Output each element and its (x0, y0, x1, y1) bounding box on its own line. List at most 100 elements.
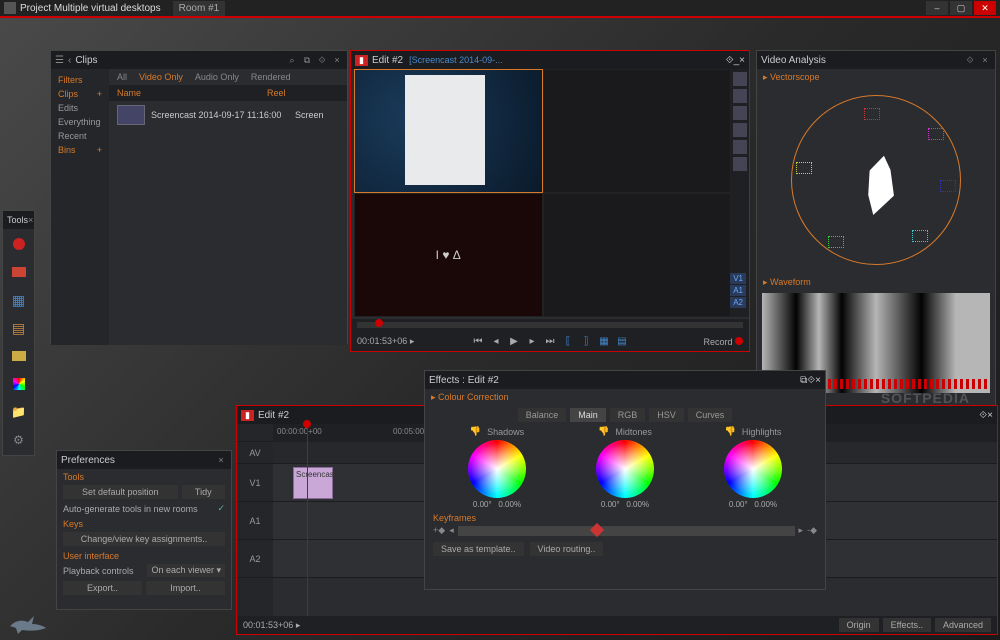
reset-icon[interactable]: 👎 (598, 426, 609, 437)
overlay-button[interactable]: ▦ (597, 334, 611, 348)
reset-icon[interactable]: 👎 (470, 426, 481, 437)
waveform-header[interactable]: ▸ Waveform (757, 274, 995, 291)
playback-dropdown[interactable]: On each viewer ▾ (147, 564, 225, 577)
goto-end-button[interactable]: ⏭ (543, 334, 557, 348)
edit-viewer[interactable]: I ♥ Δ (354, 69, 731, 317)
step-back-button[interactable]: ◂ (489, 334, 503, 348)
close-icon[interactable]: × (739, 55, 745, 66)
tab-rgb[interactable]: RGB (610, 408, 646, 422)
tool-color[interactable] (5, 371, 33, 397)
import-button[interactable]: Import.. (146, 581, 225, 595)
tidy-button[interactable]: Tidy (182, 485, 226, 499)
video-routing-button[interactable]: Video routing.. (530, 542, 604, 556)
track-label-av[interactable]: AV (237, 442, 273, 464)
track-a2[interactable]: A2 (730, 297, 746, 308)
set-default-button[interactable]: Set default position (63, 485, 178, 499)
sidebar-tool-2[interactable] (733, 89, 747, 103)
goto-start-button[interactable]: ⏮ (471, 334, 485, 348)
tab-main[interactable]: Main (570, 408, 606, 422)
menu-icon[interactable]: ☰ (55, 55, 64, 66)
grid-button[interactable]: ▤ (615, 334, 629, 348)
sidebar-tool-3[interactable] (733, 106, 747, 120)
tab-video-only[interactable]: Video Only (139, 72, 183, 82)
sidebar-item-edits[interactable]: Edits (55, 101, 105, 115)
origin-button[interactable]: Origin (839, 618, 879, 632)
close-icon[interactable]: × (815, 375, 821, 386)
play-button[interactable]: ▶ (507, 334, 521, 348)
close-icon[interactable]: × (979, 54, 991, 66)
tool-calendar[interactable]: ▤ (5, 315, 33, 341)
pin-icon[interactable]: ⟐ (964, 54, 976, 66)
back-icon[interactable]: ‹ (68, 55, 71, 66)
tab-hsv[interactable]: HSV (649, 408, 684, 422)
tool-gear[interactable]: ⚙ (5, 427, 33, 453)
step-fwd-button[interactable]: ▸ (525, 334, 539, 348)
track-label-v1[interactable]: V1 (237, 464, 273, 502)
kf-next-icon[interactable]: ▸ (799, 525, 804, 536)
track-a1[interactable]: A1 (730, 285, 746, 296)
pin-icon[interactable]: ⟐ (726, 55, 734, 66)
sidebar-tool-1[interactable] (733, 72, 747, 86)
colour-correction-header[interactable]: ▸ Colour Correction (425, 389, 825, 406)
col-reel[interactable]: Reel (267, 88, 286, 98)
advanced-button[interactable]: Advanced (935, 618, 991, 632)
sidebar-item-everything[interactable]: Everything (55, 115, 105, 129)
tool-folder[interactable]: 📁 (5, 399, 33, 425)
kf-add-icon[interactable]: +◆ (433, 525, 445, 536)
tool-capture[interactable] (5, 259, 33, 285)
keyframe-track[interactable] (458, 526, 795, 536)
timeline-clip[interactable]: Screencast (293, 467, 333, 499)
scrubber[interactable] (357, 322, 743, 328)
tab-balance[interactable]: Balance (518, 408, 567, 422)
pin-icon[interactable]: ⟐ (979, 410, 987, 421)
tool-grid[interactable]: ▦ (5, 287, 33, 313)
sidebar-tool-6[interactable] (733, 157, 747, 171)
tab-all[interactable]: All (117, 72, 127, 82)
highlights-wheel[interactable] (724, 440, 782, 498)
tab-rendered[interactable]: Rendered (251, 72, 291, 82)
autogen-checkbox-row[interactable]: Auto-generate tools in new rooms✓ (57, 501, 231, 516)
tool-monitor[interactable] (5, 343, 33, 369)
close-icon[interactable]: × (331, 54, 343, 66)
close-button[interactable]: ✕ (974, 1, 996, 15)
search-icon[interactable]: ⌕ (286, 54, 298, 66)
close-icon[interactable]: × (215, 454, 227, 466)
sidebar-item-recent[interactable]: Recent (55, 129, 105, 143)
track-label-a1[interactable]: A1 (237, 502, 273, 540)
midtones-wheel[interactable] (596, 440, 654, 498)
sidebar-item-clips[interactable]: Clips+ (55, 87, 105, 101)
close-icon[interactable]: × (987, 410, 993, 421)
shadows-wheel[interactable] (468, 440, 526, 498)
reset-icon[interactable]: 👎 (725, 426, 736, 437)
room-tab[interactable]: Room #1 (173, 1, 226, 16)
pin-icon[interactable]: ⟐ (807, 375, 815, 386)
maximize-button[interactable]: ▢ (950, 1, 972, 15)
timeline-playhead[interactable] (307, 424, 308, 616)
save-template-button[interactable]: Save as template.. (433, 542, 524, 556)
mark-in-button[interactable]: ⟦ (561, 334, 575, 348)
track-v1[interactable]: V1 (730, 273, 746, 284)
tab-curves[interactable]: Curves (688, 408, 733, 422)
effects-button[interactable]: Effects.. (883, 618, 931, 632)
sidebar-tool-4[interactable] (733, 123, 747, 137)
keyframe-marker[interactable] (590, 522, 604, 536)
kf-prev-icon[interactable]: ◂ (449, 525, 454, 536)
clip-row[interactable]: Screencast 2014-09-17 11:16:00 Screen (109, 101, 347, 129)
pin-icon[interactable]: ⟐ (316, 54, 328, 66)
export-button[interactable]: Export.. (63, 581, 142, 595)
change-keys-button[interactable]: Change/view key assignments.. (63, 532, 225, 546)
tool-record[interactable] (5, 231, 33, 257)
playhead-icon[interactable] (375, 319, 383, 327)
mark-out-button[interactable]: ⟧ (579, 334, 593, 348)
col-name[interactable]: Name (117, 88, 267, 98)
track-label-a2[interactable]: A2 (237, 540, 273, 578)
close-icon[interactable]: × (28, 215, 33, 225)
record-button[interactable]: Record (703, 337, 743, 347)
kf-remove-icon[interactable]: -◆ (807, 525, 817, 536)
link-icon[interactable]: ⧉ (301, 54, 313, 66)
minimize-button[interactable]: – (926, 1, 948, 15)
link-icon[interactable]: ⧉ (800, 375, 807, 386)
vectorscope-header[interactable]: ▸ Vectorscope (757, 69, 995, 86)
tab-audio-only[interactable]: Audio Only (195, 72, 239, 82)
sidebar-tool-5[interactable] (733, 140, 747, 154)
